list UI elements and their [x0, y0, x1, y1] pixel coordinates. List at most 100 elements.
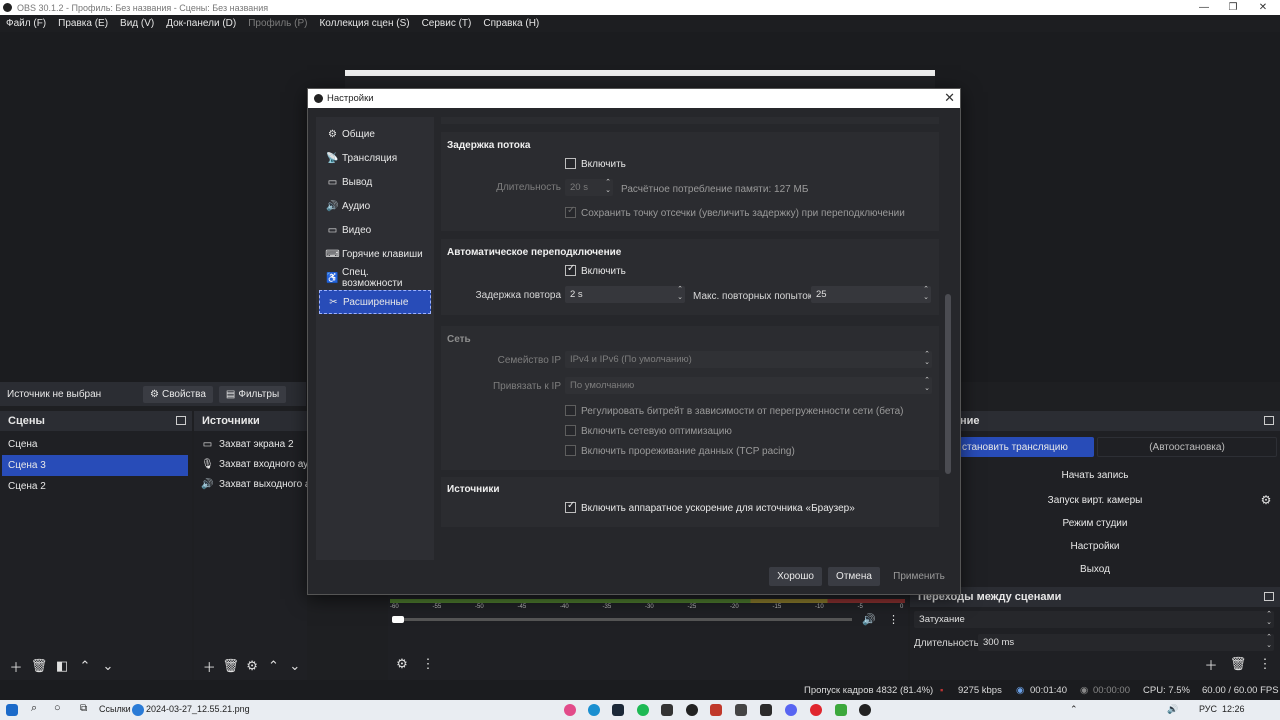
edge-icon[interactable] [132, 704, 144, 716]
spinner-icon[interactable]: ⌃ ⌄ [923, 286, 929, 302]
nav-audio[interactable]: 🔊 Аудио [319, 194, 431, 218]
source-item[interactable]: 🎙 Захват входного аудио [194, 454, 307, 474]
preserve-cutoff-checkbox[interactable] [565, 205, 576, 218]
menu-tools[interactable]: Сервис (T) [422, 18, 472, 29]
obs-taskbar-icon[interactable] [686, 704, 698, 716]
menu-edit[interactable]: Правка (E) [58, 18, 108, 29]
ip-family-select[interactable]: IPv4 и IPv6 (По умолчанию) ⌃ ⌄ [565, 351, 932, 368]
stream-delay-enable-checkbox[interactable] [565, 158, 576, 169]
settings-scrollbar[interactable] [945, 294, 951, 474]
menu-help[interactable]: Справка (H) [483, 18, 539, 29]
clock[interactable]: 12:26 [1222, 704, 1245, 714]
transition-select[interactable]: Затухание ⌃ ⌄ [914, 611, 1274, 628]
remove-transition-button[interactable]: 🗑 [1228, 654, 1248, 674]
volume-tray-icon[interactable]: 🔊 [1167, 704, 1178, 715]
filters-button[interactable]: ▤ Фильтры [218, 385, 287, 403]
app-grid-icon[interactable] [710, 704, 722, 716]
ok-button[interactable]: Хорошо [769, 567, 822, 586]
kebab-menu-icon[interactable]: ⋮ [888, 613, 899, 626]
add-scene-button[interactable]: ＋ [6, 656, 26, 676]
browser-hw-accel-checkbox[interactable] [565, 500, 576, 513]
language-indicator[interactable]: РУС [1199, 704, 1217, 714]
menu-profile[interactable]: Профиль (P) [248, 18, 307, 29]
tcp-pacing-checkbox[interactable] [565, 445, 576, 456]
maximize-button[interactable]: ❐ [1218, 0, 1248, 15]
autostop-button[interactable]: (Автоостановка) [1097, 437, 1277, 457]
nav-output[interactable]: ▭ Вывод [319, 170, 431, 194]
taskbar-file-label[interactable]: 2024-03-27_12.55.21.png [146, 704, 250, 714]
network-optimizations-checkbox[interactable] [565, 425, 576, 436]
terminal-icon[interactable] [735, 704, 747, 716]
nav-advanced[interactable]: ✂ Расширенные [319, 290, 431, 314]
scene-item-selected[interactable]: Сцена 3 [2, 455, 188, 476]
volume-slider-handle[interactable] [392, 616, 404, 623]
mixer-menu-button[interactable]: ⋮ [418, 654, 438, 674]
source-item[interactable]: ▭ Захват экрана 2 [194, 434, 307, 454]
source-up-button[interactable]: ⌃ [264, 656, 282, 676]
reconnect-enable-checkbox[interactable] [565, 263, 576, 276]
start-icon[interactable] [6, 704, 18, 716]
retry-delay-field[interactable]: 2 s ⌃ ⌄ [565, 286, 685, 303]
start-virtual-camera-button[interactable]: Запуск вирт. камеры [960, 490, 1230, 510]
cancel-button[interactable]: Отмена [828, 567, 880, 586]
task-view-icon[interactable]: ⧉ [80, 703, 87, 714]
app-icon[interactable] [835, 704, 847, 716]
spinner-icon[interactable]: ⌃ ⌄ [677, 286, 683, 302]
transition-menu-button[interactable]: ⋮ [1255, 654, 1275, 674]
advanced-audio-button[interactable]: ⚙ [392, 654, 412, 674]
scene-item[interactable]: Сцена 2 [0, 476, 192, 497]
transition-duration-field[interactable]: 300 ms ⌃ ⌄ [978, 634, 1274, 651]
menu-scene-collection[interactable]: Коллекция сцен (S) [319, 18, 409, 29]
source-properties-button[interactable]: ⚙ [243, 656, 261, 676]
max-retries-field[interactable]: 25 ⌃ ⌄ [811, 286, 931, 303]
nav-video[interactable]: ▭ Видео [319, 218, 431, 242]
cortana-icon[interactable]: ○ [54, 702, 61, 714]
scene-item[interactable]: Сцена [0, 434, 192, 455]
source-item[interactable]: 🔊 Захват выходного аудио [194, 474, 307, 494]
discord-icon[interactable] [785, 704, 797, 716]
speaker-icon[interactable]: 🔊 [862, 613, 876, 626]
settings-button[interactable]: Настройки [960, 536, 1230, 556]
undock-icon[interactable] [1264, 592, 1274, 601]
menu-docks[interactable]: Док-панели (D) [166, 18, 236, 29]
source-down-button[interactable]: ⌄ [286, 656, 304, 676]
volume-slider[interactable] [392, 616, 852, 623]
remove-scene-button[interactable]: 🗑 [29, 656, 49, 676]
add-transition-button[interactable]: ＋ [1201, 654, 1221, 674]
menu-file[interactable]: Файл (F) [6, 18, 46, 29]
epic-icon[interactable] [661, 704, 673, 716]
spinner-icon[interactable]: ⌃ ⌄ [605, 179, 611, 195]
start-recording-button[interactable]: Начать запись [960, 465, 1230, 485]
tray-expand-icon[interactable]: ⌃ [1070, 704, 1078, 715]
dynamic-bitrate-checkbox[interactable] [565, 405, 576, 416]
editor-icon[interactable] [760, 704, 772, 716]
move-up-button[interactable]: ⌃ [75, 656, 95, 676]
search-icon[interactable]: ⌕ [31, 702, 37, 715]
stream-delay-duration-field[interactable]: 20 s ⌃ ⌄ [565, 179, 613, 196]
app-icon[interactable] [564, 704, 576, 716]
nav-hotkeys[interactable]: ⌨ Горячие клавиши [319, 242, 431, 266]
nav-accessibility[interactable]: ♿ Спец. возможности [319, 266, 431, 290]
nav-stream[interactable]: 📡 Трансляция [319, 146, 431, 170]
bind-ip-select[interactable]: По умолчанию ⌃ ⌄ [565, 377, 932, 394]
exit-button[interactable]: Выход [960, 559, 1230, 579]
close-window-button[interactable]: ✕ [1248, 0, 1278, 15]
stop-streaming-button[interactable]: становить трансляцию [960, 437, 1094, 457]
scene-filters-button[interactable]: ◧ [52, 656, 72, 676]
add-source-button[interactable]: ＋ [200, 656, 218, 676]
spinner-icon[interactable]: ⌃ ⌄ [1266, 634, 1272, 650]
nav-general[interactable]: ⚙ Общие [319, 122, 431, 146]
studio-mode-button[interactable]: Режим студии [960, 513, 1230, 533]
close-icon[interactable]: ✕ [944, 91, 955, 105]
apply-button[interactable]: Применить [888, 567, 950, 586]
move-down-button[interactable]: ⌄ [98, 656, 118, 676]
opera-icon[interactable] [810, 704, 822, 716]
obs-taskbar-icon[interactable] [859, 704, 871, 716]
links-label[interactable]: Ссылки [99, 704, 131, 714]
remove-source-button[interactable]: 🗑 [221, 656, 239, 676]
undock-icon[interactable] [1264, 416, 1274, 425]
steam-icon[interactable] [612, 704, 624, 716]
properties-button[interactable]: ⚙ Свойства [143, 385, 213, 403]
browser-icon[interactable] [588, 704, 600, 716]
spotify-icon[interactable] [637, 704, 649, 716]
